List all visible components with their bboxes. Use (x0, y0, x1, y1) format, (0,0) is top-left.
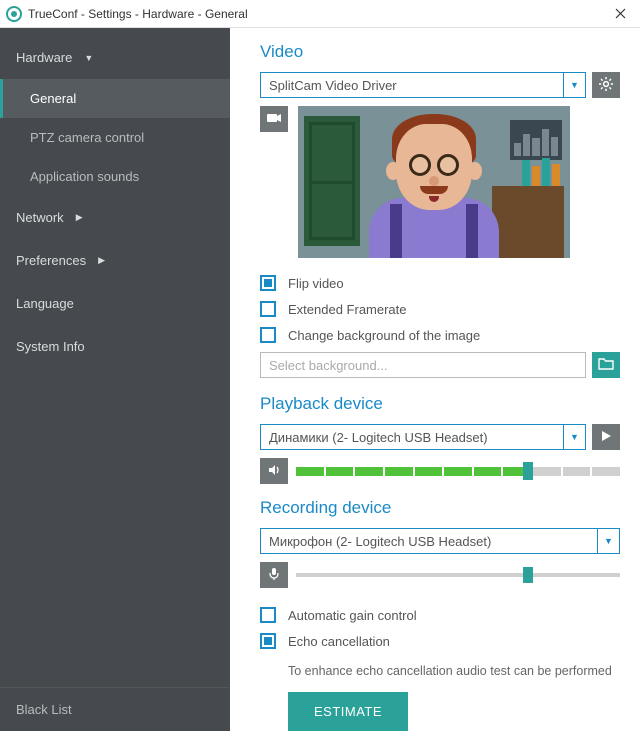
mute-playback-button[interactable] (260, 458, 288, 484)
sidebar: Hardware ▼ General PTZ camera control Ap… (0, 28, 230, 731)
section-title-playback: Playback device (260, 394, 620, 414)
content-panel: Video SplitCam Video Driver ▼ (230, 28, 640, 731)
close-button[interactable] (600, 0, 640, 28)
sidebar-item-preferences[interactable]: Preferences ▶ (0, 239, 230, 282)
sidebar-item-label: Preferences (16, 253, 86, 268)
recording-volume-slider[interactable] (296, 573, 620, 577)
sidebar-item-label: Black List (16, 702, 72, 717)
mute-mic-button[interactable] (260, 562, 288, 588)
chevron-right-icon: ▶ (76, 212, 83, 223)
agc-checkbox[interactable] (260, 607, 276, 623)
checkbox-label: Extended Framerate (288, 302, 407, 317)
flip-video-checkbox[interactable] (260, 275, 276, 291)
playback-device-select[interactable]: Динамики (2- Logitech USB Headset) ▼ (260, 424, 586, 450)
sidebar-item-label: General (30, 91, 76, 106)
checkbox-label: Echo cancellation (288, 634, 390, 649)
sidebar-item-label: PTZ camera control (30, 130, 144, 145)
sidebar-item-system-info[interactable]: System Info (0, 325, 230, 368)
sidebar-item-app-sounds[interactable]: Application sounds (0, 157, 230, 196)
section-title-recording: Recording device (260, 498, 620, 518)
input-placeholder: Select background... (269, 358, 388, 373)
sidebar-item-general[interactable]: General (0, 79, 230, 118)
background-path-input[interactable]: Select background... (260, 352, 586, 378)
echo-hint: To enhance echo cancellation audio test … (288, 664, 620, 678)
dropdown-arrow-icon: ▼ (563, 425, 585, 449)
select-value: SplitCam Video Driver (269, 78, 397, 93)
toggle-camera-button[interactable] (260, 106, 288, 132)
chevron-right-icon: ▶ (98, 255, 105, 266)
sidebar-item-network[interactable]: Network ▶ (0, 196, 230, 239)
extended-framerate-checkbox[interactable] (260, 301, 276, 317)
gear-icon (598, 76, 614, 95)
sidebar-item-label: Network (16, 210, 64, 225)
folder-icon (598, 357, 614, 373)
playback-test-button[interactable] (592, 424, 620, 450)
play-icon (600, 430, 612, 445)
sidebar-item-label: Hardware (16, 50, 72, 65)
select-value: Микрофон (2- Logitech USB Headset) (269, 534, 491, 549)
chevron-down-icon: ▼ (84, 53, 93, 63)
sidebar-item-label: Language (16, 296, 74, 311)
sidebar-item-hardware[interactable]: Hardware ▼ (0, 36, 230, 79)
select-value: Динамики (2- Logitech USB Headset) (269, 430, 488, 445)
video-settings-button[interactable] (592, 72, 620, 98)
camera-icon (266, 112, 282, 127)
recording-device-select[interactable]: Микрофон (2- Logitech USB Headset) ▼ (260, 528, 620, 554)
speaker-icon (267, 463, 281, 480)
dropdown-arrow-icon: ▼ (563, 73, 585, 97)
titlebar: TrueConf - Settings - Hardware - General (0, 0, 640, 28)
app-logo-icon (6, 6, 22, 22)
video-preview (298, 106, 570, 258)
sidebar-item-blacklist[interactable]: Black List (0, 687, 230, 731)
sidebar-item-language[interactable]: Language (0, 282, 230, 325)
browse-background-button[interactable] (592, 352, 620, 378)
sidebar-item-label: System Info (16, 339, 85, 354)
window-title: TrueConf - Settings - Hardware - General (28, 7, 248, 21)
checkbox-label: Flip video (288, 276, 344, 291)
dropdown-arrow-icon: ▼ (597, 529, 619, 553)
echo-cancellation-checkbox[interactable] (260, 633, 276, 649)
checkbox-label: Change background of the image (288, 328, 480, 343)
estimate-button[interactable]: ESTIMATE (288, 692, 408, 731)
microphone-icon (268, 567, 280, 584)
sidebar-item-label: Application sounds (30, 169, 139, 184)
change-background-checkbox[interactable] (260, 327, 276, 343)
sidebar-item-ptz[interactable]: PTZ camera control (0, 118, 230, 157)
section-title-video: Video (260, 42, 620, 62)
checkbox-label: Automatic gain control (288, 608, 417, 623)
playback-volume-slider[interactable] (296, 466, 620, 476)
video-device-select[interactable]: SplitCam Video Driver ▼ (260, 72, 586, 98)
